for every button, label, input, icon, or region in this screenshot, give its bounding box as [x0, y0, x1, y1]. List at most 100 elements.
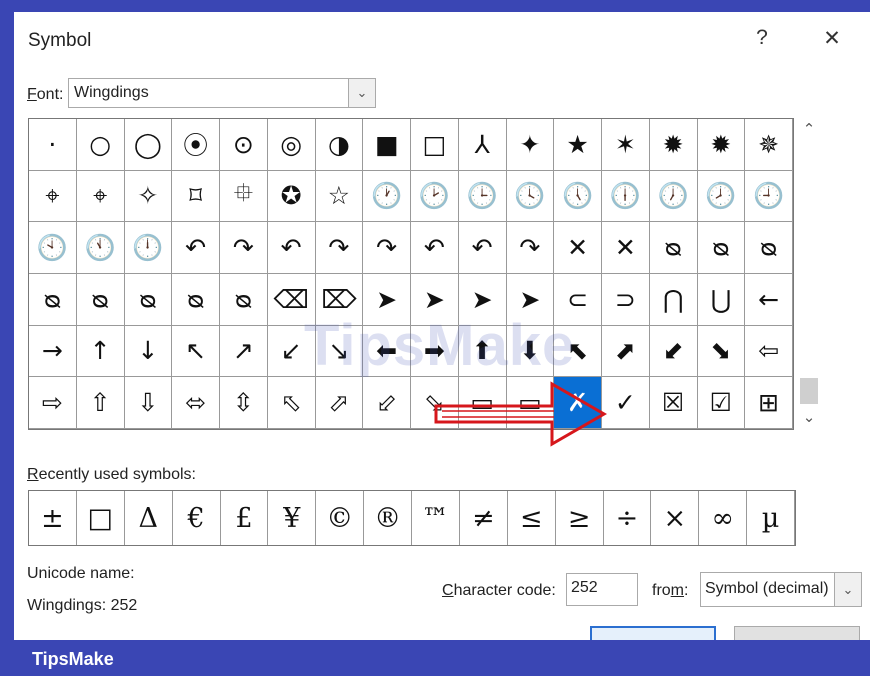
- scroll-down-icon[interactable]: ⌄: [798, 408, 820, 426]
- scroll-up-icon[interactable]: ⌃: [798, 120, 820, 138]
- recent-symbol-cell[interactable]: ≤: [508, 491, 556, 545]
- symbol-cell[interactable]: ✓: [602, 377, 650, 429]
- symbol-cell[interactable]: ⇩: [124, 377, 173, 429]
- symbol-cell[interactable]: 🕔: [554, 170, 602, 223]
- symbol-cell[interactable]: ᴓ: [745, 222, 793, 274]
- symbol-cell[interactable]: ✦: [506, 119, 555, 171]
- symbol-cell[interactable]: ⬄: [172, 377, 220, 429]
- symbol-cell[interactable]: □: [411, 119, 459, 171]
- symbol-cell[interactable]: 🕛: [124, 222, 173, 274]
- symbol-cell[interactable]: 🕘: [745, 170, 793, 223]
- symbol-cell[interactable]: ↶: [172, 222, 220, 274]
- symbol-cell[interactable]: ■: [363, 119, 411, 171]
- symbol-cell[interactable]: ᴓ: [697, 222, 746, 274]
- recent-symbol-cell[interactable]: ≠: [460, 491, 508, 545]
- character-code-input[interactable]: 252: [566, 573, 638, 606]
- scroll-thumb[interactable]: [800, 378, 818, 404]
- symbol-cell[interactable]: ⇦: [745, 325, 793, 378]
- symbol-cell[interactable]: ⊙: [220, 119, 268, 171]
- symbol-cell[interactable]: ⦿: [172, 119, 220, 171]
- symbol-cell[interactable]: ✵: [745, 119, 793, 171]
- symbol-cell[interactable]: ☑: [697, 377, 746, 429]
- symbol-cell[interactable]: ↗: [220, 325, 268, 378]
- symbol-cell[interactable]: ↷: [315, 222, 364, 274]
- symbol-cell[interactable]: ·: [29, 119, 77, 171]
- symbol-cell[interactable]: ⇨: [29, 377, 77, 429]
- symbol-cell[interactable]: ○: [76, 119, 125, 171]
- symbol-cell[interactable]: ⬋: [649, 325, 698, 378]
- symbol-cell[interactable]: ↷: [363, 222, 411, 274]
- cancel-button[interactable]: [734, 626, 860, 640]
- symbol-cell[interactable]: ◎: [267, 119, 316, 171]
- symbol-cell[interactable]: ✧: [124, 170, 173, 223]
- from-select[interactable]: Symbol (decimal) ⌄: [700, 572, 862, 607]
- symbol-cell[interactable]: ✕: [602, 222, 650, 274]
- insert-button[interactable]: [590, 626, 716, 640]
- symbol-cell[interactable]: ✶: [602, 119, 650, 171]
- symbol-cell[interactable]: ⋂: [649, 274, 698, 326]
- recent-symbol-cell[interactable]: ™: [412, 491, 460, 545]
- recent-symbol-cell[interactable]: ×: [651, 491, 700, 545]
- recent-symbol-cell[interactable]: ±: [29, 491, 77, 545]
- recent-symbol-cell[interactable]: ≥: [556, 491, 604, 545]
- symbol-cell[interactable]: ⇳: [220, 377, 268, 429]
- recent-symbol-cell[interactable]: □: [77, 491, 125, 545]
- help-button[interactable]: ?: [747, 26, 777, 50]
- symbol-cell[interactable]: ⬈: [602, 325, 650, 378]
- symbol-cell[interactable]: ↷: [506, 222, 555, 274]
- symbol-cell[interactable]: ⬁: [267, 377, 316, 429]
- recent-symbol-cell[interactable]: Δ: [125, 491, 173, 545]
- symbol-grid-scrollbar[interactable]: ⌃ ⌄: [798, 118, 820, 430]
- symbol-cell[interactable]: ⬀: [315, 377, 364, 429]
- symbol-cell[interactable]: ⬊: [697, 325, 746, 378]
- symbol-cell[interactable]: 🕗: [697, 170, 746, 223]
- symbol-cell[interactable]: ⌖: [76, 170, 125, 223]
- symbol-cell[interactable]: ⋃: [697, 274, 746, 326]
- symbol-cell[interactable]: 🕙: [29, 222, 77, 274]
- symbol-cell[interactable]: ↑: [76, 325, 125, 378]
- symbol-cell[interactable]: ᴓ: [220, 274, 268, 326]
- symbol-cell[interactable]: ⯐: [220, 170, 268, 223]
- symbol-cell[interactable]: ⅄: [458, 119, 507, 171]
- symbol-cell[interactable]: ☆: [315, 170, 364, 223]
- symbol-cell[interactable]: ◑: [315, 119, 364, 171]
- symbol-cell[interactable]: ⊃: [602, 274, 650, 326]
- symbol-cell[interactable]: ✪: [267, 170, 316, 223]
- symbol-cell[interactable]: ᴓ: [649, 222, 698, 274]
- chevron-down-icon[interactable]: ⌄: [348, 79, 375, 107]
- symbol-cell[interactable]: 🕕: [602, 170, 650, 223]
- chevron-down-icon[interactable]: ⌄: [834, 573, 861, 606]
- symbol-cell[interactable]: 🕖: [649, 170, 698, 223]
- symbol-cell[interactable]: ⌑: [172, 170, 220, 223]
- symbol-cell[interactable]: ⌖: [29, 170, 77, 223]
- symbol-cell[interactable]: ᴓ: [29, 274, 77, 326]
- recent-symbol-cell[interactable]: ®: [364, 491, 412, 545]
- symbol-cell[interactable]: 🕑: [411, 170, 459, 223]
- symbol-cell[interactable]: 🕓: [506, 170, 555, 223]
- symbol-cell[interactable]: ◯: [124, 119, 173, 171]
- symbol-cell[interactable]: ⬃: [363, 377, 411, 429]
- symbol-cell[interactable]: ↶: [458, 222, 507, 274]
- symbol-cell[interactable]: ←: [745, 274, 793, 326]
- symbol-cell[interactable]: ᴓ: [124, 274, 173, 326]
- symbol-cell[interactable]: 🕚: [76, 222, 125, 274]
- font-select[interactable]: Wingdings ⌄: [68, 78, 376, 108]
- symbol-cell[interactable]: ✹: [697, 119, 746, 171]
- symbol-cell[interactable]: ✹: [649, 119, 698, 171]
- symbol-cell[interactable]: →: [29, 325, 77, 378]
- symbol-cell[interactable]: ⇧: [76, 377, 125, 429]
- symbol-cell[interactable]: ↓: [124, 325, 173, 378]
- recent-symbol-cell[interactable]: µ: [747, 491, 795, 545]
- close-button[interactable]: ✕: [817, 26, 847, 51]
- symbol-cell[interactable]: 🕒: [458, 170, 507, 223]
- symbol-cell[interactable]: ᴓ: [172, 274, 220, 326]
- symbol-cell[interactable]: ⊞: [745, 377, 793, 429]
- recent-symbol-cell[interactable]: ∞: [699, 491, 748, 545]
- recent-symbol-cell[interactable]: ¥: [268, 491, 317, 545]
- symbol-cell[interactable]: ᴓ: [76, 274, 125, 326]
- symbol-cell[interactable]: ★: [554, 119, 602, 171]
- symbol-cell[interactable]: ☒: [649, 377, 698, 429]
- symbol-cell[interactable]: 🕐: [363, 170, 411, 223]
- symbol-cell[interactable]: ↶: [411, 222, 459, 274]
- symbol-cell[interactable]: ↶: [267, 222, 316, 274]
